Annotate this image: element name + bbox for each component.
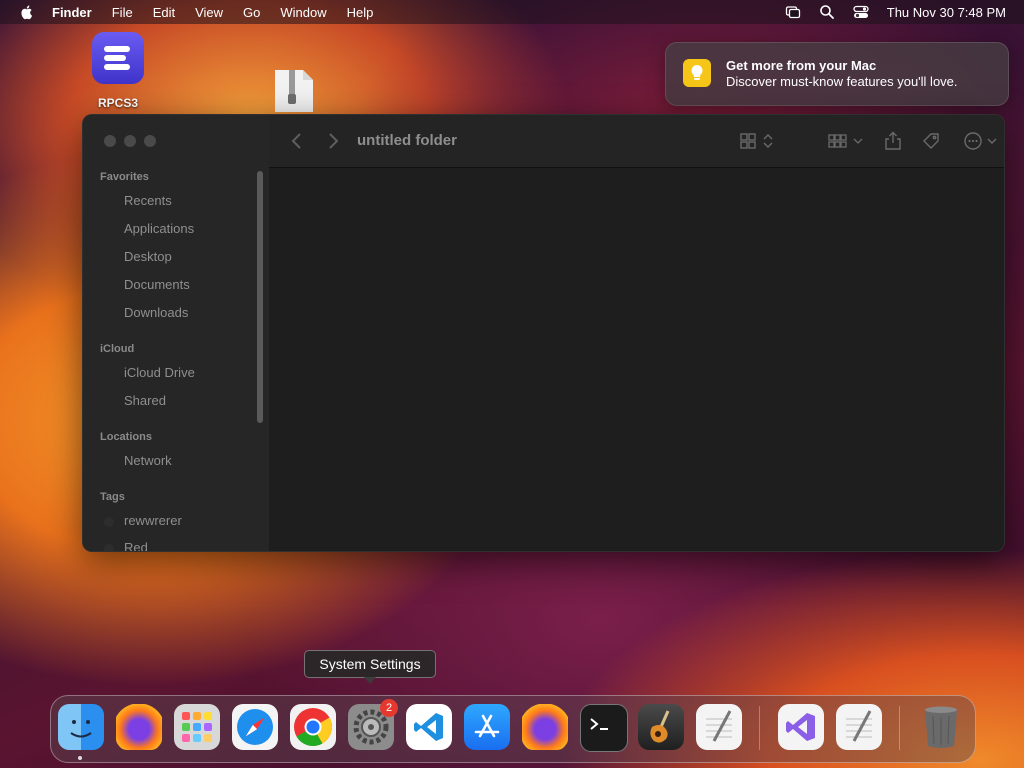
visual-studio-icon (786, 713, 815, 741)
dock-vscode[interactable] (406, 704, 452, 750)
dock-separator-2 (899, 706, 900, 750)
sidebar-scrollbar[interactable] (257, 171, 263, 423)
lightbulb-icon (683, 59, 711, 87)
sidebar-section-favorites: Favorites (100, 171, 149, 183)
more-actions-icon[interactable] (963, 131, 999, 151)
menu-go[interactable]: Go (243, 5, 260, 20)
sidebar-item-shared[interactable]: Shared (124, 393, 166, 408)
notification-title: Get more from your Mac (726, 58, 877, 73)
finder-running-indicator (78, 756, 82, 760)
dock-garageband[interactable] (638, 704, 684, 750)
dock-chrome[interactable] (290, 704, 336, 750)
zoom-window-button[interactable] (144, 135, 156, 147)
menu-bar: Finder File Edit View Go Window Help Thu… (0, 0, 1024, 24)
launchpad-icon (182, 712, 212, 742)
dock-finder[interactable] (58, 704, 104, 750)
spotlight-search-icon[interactable] (819, 4, 835, 20)
dock-trash[interactable] (918, 704, 964, 750)
group-by-icon[interactable] (827, 131, 865, 151)
finder-sidebar: Favorites Recents Applications Desktop D… (83, 115, 270, 551)
zip-archive-icon (275, 70, 313, 112)
trash-icon (925, 706, 957, 748)
finder-icon (70, 720, 92, 738)
vscode-icon (414, 713, 443, 741)
close-window-button[interactable] (104, 135, 116, 147)
sidebar-item-recents[interactable]: Recents (124, 193, 172, 208)
settings-badge: 2 (380, 699, 398, 717)
sidebar-section-tags: Tags (100, 491, 125, 503)
notification-banner[interactable]: Get more from your Mac Discover must-kno… (665, 42, 1009, 106)
dock-textedit-2[interactable] (836, 704, 882, 750)
garageband-icon (650, 710, 670, 743)
chrome-icon (294, 708, 333, 747)
dock-terminal[interactable] (580, 704, 628, 752)
menu-file[interactable]: File (112, 5, 133, 20)
tag-icon[interactable] (921, 131, 941, 151)
finder-window: Favorites Recents Applications Desktop D… (82, 114, 1005, 552)
sidebar-item-applications[interactable]: Applications (124, 221, 194, 236)
tag-red-dot-icon (104, 544, 114, 551)
sidebar-item-desktop[interactable]: Desktop (124, 249, 172, 264)
share-icon[interactable] (883, 131, 903, 151)
dock-app-store[interactable] (464, 704, 510, 750)
sidebar-section-icloud: iCloud (100, 343, 135, 355)
screen-mirroring-icon[interactable] (785, 4, 801, 20)
menu-edit[interactable]: Edit (153, 5, 175, 20)
menu-window[interactable]: Window (280, 5, 326, 20)
tooltip-arrow (364, 677, 376, 684)
minimize-window-button[interactable] (124, 135, 136, 147)
dock: 2 (50, 695, 976, 763)
menu-help[interactable]: Help (347, 5, 374, 20)
dock-system-settings[interactable]: 2 (348, 699, 398, 750)
dock-safari[interactable] (232, 704, 278, 750)
dock-launchpad[interactable] (174, 704, 220, 750)
window-title: untitled folder (357, 132, 457, 149)
terminal-icon (590, 718, 608, 730)
dock-firefox-2[interactable] (522, 704, 568, 750)
dock-separator (759, 706, 760, 750)
dock-firefox[interactable] (116, 704, 162, 750)
view-grid-icon[interactable] (739, 131, 775, 151)
tooltip-label: System Settings (319, 656, 421, 672)
notification-body: Discover must-know features you'll love. (726, 74, 958, 89)
control-center-icon[interactable] (853, 4, 869, 20)
folder-content-area[interactable] (269, 168, 1004, 551)
app-store-icon (474, 714, 500, 738)
textedit-icon (846, 710, 872, 742)
dock-tooltip: System Settings (304, 650, 436, 684)
finder-toolbar: untitled folder (269, 115, 1004, 168)
sidebar-item-network[interactable]: Network (124, 453, 172, 468)
sidebar-section-locations: Locations (100, 431, 152, 443)
sidebar-item-icloud-drive[interactable]: iCloud Drive (124, 365, 195, 380)
rpcs3-label: RPCS3 (97, 96, 138, 110)
menu-clock[interactable]: Thu Nov 30 7:48 PM (887, 5, 1006, 20)
dock-textedit[interactable] (696, 704, 742, 750)
forward-chevron-icon[interactable] (325, 131, 341, 151)
dock-visual-studio[interactable] (778, 704, 824, 750)
textedit-icon (706, 710, 732, 742)
back-chevron-icon[interactable] (289, 131, 305, 151)
sidebar-tag-red[interactable]: Red (124, 540, 148, 551)
tag-dot-icon (104, 517, 114, 527)
apple-icon[interactable] (19, 4, 35, 20)
sidebar-item-downloads[interactable]: Downloads (124, 305, 188, 320)
rpcs3-app-icon (92, 32, 144, 84)
zip-file-desktop-icon[interactable] (270, 68, 318, 117)
menu-view[interactable]: View (195, 5, 223, 20)
menu-finder[interactable]: Finder (52, 5, 92, 20)
sidebar-item-documents[interactable]: Documents (124, 277, 190, 292)
rpcs3-desktop-icon[interactable]: RPCS3 (88, 32, 148, 110)
safari-icon (237, 709, 273, 745)
sidebar-tag-rewwrerer[interactable]: rewwrerer (124, 513, 182, 528)
